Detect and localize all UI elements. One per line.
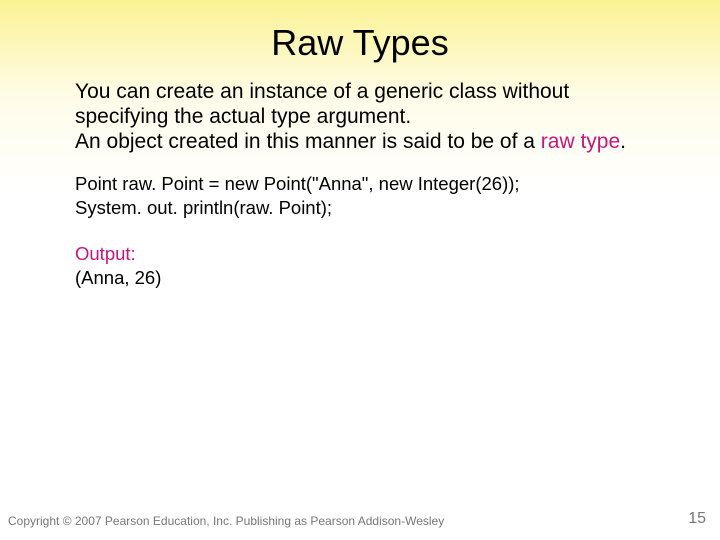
output-label: Output: bbox=[75, 242, 658, 265]
slide-title: Raw Types bbox=[0, 0, 720, 72]
output-block: Output: (Anna, 26) bbox=[75, 242, 658, 288]
copyright-footer: Copyright © 2007 Pearson Education, Inc.… bbox=[8, 514, 444, 528]
page-number: 15 bbox=[688, 510, 706, 528]
intro-line1: You can create an instance of a generic … bbox=[75, 80, 569, 128]
intro-line2-end: . bbox=[620, 130, 626, 153]
code-block: Point raw. Point = new Point("Anna", new… bbox=[75, 172, 658, 220]
code-line-2: System. out. println(raw. Point); bbox=[75, 196, 658, 220]
code-line-1: Point raw. Point = new Point("Anna", new… bbox=[75, 172, 658, 196]
raw-type-term: raw type bbox=[541, 130, 620, 153]
intro-line2: An object created in this manner is said… bbox=[75, 130, 541, 153]
slide: Raw Types You can create an instance of … bbox=[0, 0, 720, 540]
output-value: (Anna, 26) bbox=[75, 266, 658, 289]
intro-paragraph: You can create an instance of a generic … bbox=[75, 80, 658, 154]
slide-body: You can create an instance of a generic … bbox=[0, 72, 720, 289]
